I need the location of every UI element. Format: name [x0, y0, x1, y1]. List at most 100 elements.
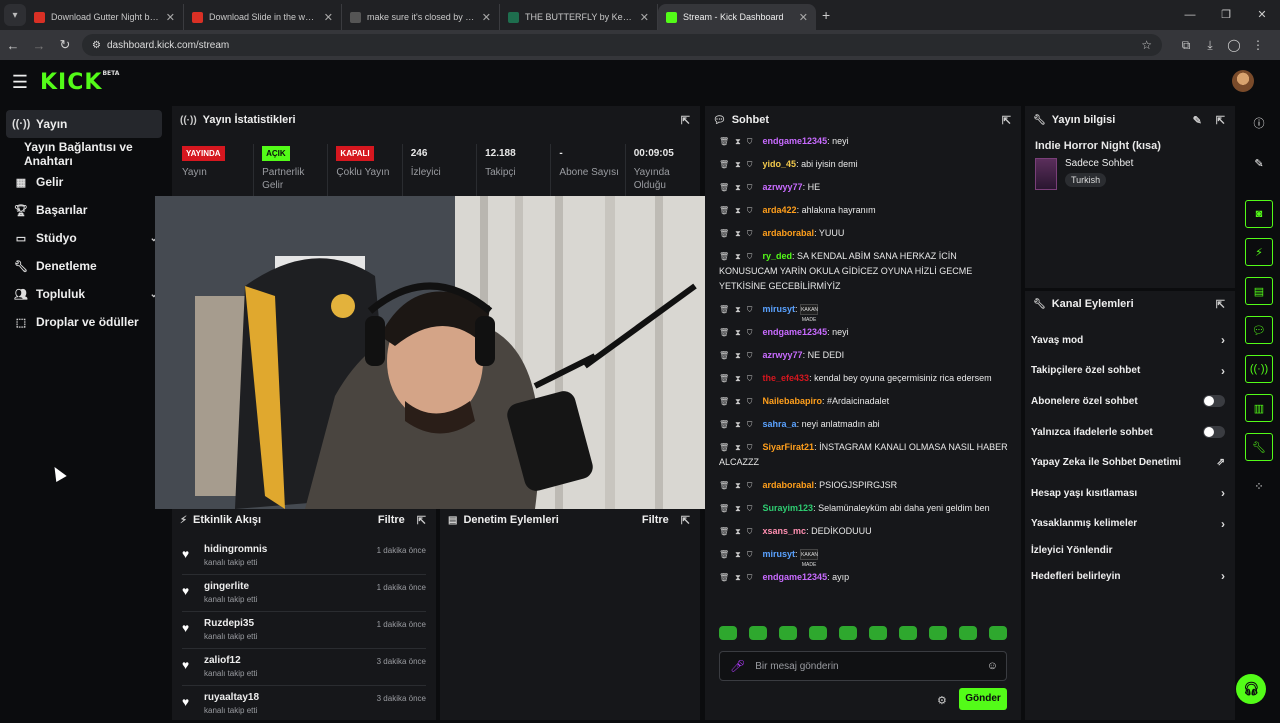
category-thumbnail[interactable]	[1035, 158, 1057, 190]
mod-tools-icon[interactable]: 🗑︎⧗⛉	[719, 183, 759, 192]
chat-username[interactable]: ardaborabal	[763, 480, 815, 490]
tab-search-icon[interactable]: ▾	[4, 4, 26, 26]
browser-tab[interactable]: Download Gutter Night by Wa ✕	[26, 4, 184, 30]
popout-icon[interactable]: ⇱	[1216, 298, 1225, 311]
chat-message-input[interactable]: 🎤︎ Bir mesaj gönderin ☺	[719, 651, 1007, 681]
mod-tools-icon[interactable]: 🗑︎⧗⛉	[719, 374, 759, 383]
user-avatar[interactable]	[1232, 70, 1254, 92]
chat-username[interactable]: endgame12345	[763, 327, 828, 337]
lightning-icon[interactable]: ⚡︎	[1245, 238, 1273, 266]
emotes-only-toggle[interactable]	[1203, 426, 1225, 439]
chat-username[interactable]: azrwyy77	[763, 350, 803, 360]
emote-icon[interactable]	[959, 626, 977, 640]
chat-username[interactable]: Nailebabapiro	[763, 396, 823, 406]
mod-tools-icon[interactable]: 🗑︎⧗⛉	[719, 550, 759, 559]
raid-item[interactable]: İzleyici Yönlendir	[1025, 539, 1235, 561]
followers-only-item[interactable]: Takipçilere özel sohbet ›	[1025, 356, 1235, 387]
layout-icon[interactable]: ▥	[1245, 394, 1273, 422]
chat-emote[interactable]: KAKAN MADE	[800, 549, 819, 568]
mod-tools-icon[interactable]: 🗑︎⧗⛉	[719, 137, 759, 146]
sidebar-item-gelir[interactable]: ▦ Gelir	[0, 168, 168, 196]
send-button[interactable]: Gönder	[959, 688, 1007, 710]
profile-icon[interactable]: ◯	[1222, 38, 1246, 53]
chat-username[interactable]: sahra_a	[763, 419, 797, 429]
close-window-icon[interactable]: ✕	[1244, 0, 1280, 30]
broadcast-icon[interactable]: ((·))	[1245, 355, 1273, 383]
emote-icon[interactable]	[929, 626, 947, 640]
chat-username[interactable]: ardaborabal	[763, 228, 815, 238]
reload-icon[interactable]: ↻	[52, 37, 78, 53]
browser-tab[interactable]: Download Slide in the woods b ✕	[184, 4, 342, 30]
emote-icon[interactable]	[869, 626, 887, 640]
filter-button[interactable]: Filtre	[642, 514, 669, 526]
close-tab-icon[interactable]: ✕	[324, 11, 333, 24]
edit-icon[interactable]: ✎	[1245, 149, 1273, 177]
download-icon[interactable]: ⤓	[1198, 38, 1222, 53]
goals-item[interactable]: Hedefleri belirleyin ›	[1025, 561, 1235, 592]
sidebar-item-stream-key[interactable]: Yayın Bağlantısı ve Anahtarı	[0, 140, 168, 168]
emoji-picker-icon[interactable]: ☺	[987, 660, 998, 672]
maximize-icon[interactable]: ❐	[1208, 0, 1244, 30]
mod-tools-icon[interactable]: 🗑︎⧗⛉	[719, 206, 759, 215]
banned-words-item[interactable]: Yasaklanmış kelimeler ›	[1025, 509, 1235, 540]
chat-username[interactable]: mirusyt	[763, 549, 796, 559]
emote-icon[interactable]	[809, 626, 827, 640]
chat-username[interactable]: azrwyy77	[763, 182, 803, 192]
popout-icon[interactable]: ⇱	[1216, 114, 1225, 127]
minimize-icon[interactable]: —	[1172, 0, 1208, 30]
hamburger-menu-icon[interactable]: ☰	[0, 72, 40, 93]
sidebar-item-studyo[interactable]: ▭ Stüdyo ⌄	[0, 224, 168, 252]
browser-tab-active[interactable]: Stream - Kick Dashboard ✕	[658, 4, 816, 30]
browser-tab[interactable]: THE BUTTERFLY by Kerineia ✕	[500, 4, 658, 30]
chat-username[interactable]: ry_ded	[763, 251, 793, 261]
close-tab-icon[interactable]: ✕	[482, 11, 491, 24]
event-user[interactable]: hidingromnis	[204, 544, 267, 555]
mod-tools-icon[interactable]: 🗑︎⧗⛉	[719, 328, 759, 337]
mod-tools-icon[interactable]: 🗑︎⧗⛉	[719, 420, 759, 429]
emote-icon[interactable]	[989, 626, 1007, 640]
clipboard-icon[interactable]: ▤	[1245, 277, 1273, 305]
chat-bubble-icon[interactable]: 💬︎	[1245, 316, 1273, 344]
chat-username[interactable]: SiyarFirat21	[763, 442, 815, 452]
edit-pencil-icon[interactable]: ✎	[1193, 114, 1202, 127]
event-user[interactable]: Ruzdepi35	[204, 618, 257, 629]
event-user[interactable]: ruyaaltay18	[204, 692, 259, 703]
mod-tools-icon[interactable]: 🗑︎⧗⛉	[719, 252, 759, 261]
popout-icon[interactable]: ⇱	[1002, 114, 1011, 127]
chat-username[interactable]: xsans_mc	[763, 526, 807, 536]
browser-tab[interactable]: make sure it's closed by corpse ✕	[342, 4, 500, 30]
chat-username[interactable]: mirusyt	[763, 304, 796, 314]
emote-icon[interactable]	[779, 626, 797, 640]
new-tab-icon[interactable]: +	[822, 7, 830, 23]
chat-username[interactable]: yido_45	[763, 159, 797, 169]
sidebar-item-topluluk[interactable]: 👥︎ Topluluk ⌄	[0, 280, 168, 308]
help-headset-icon[interactable]: 🎧︎	[1236, 674, 1266, 704]
close-tab-icon[interactable]: ✕	[640, 11, 649, 24]
popout-icon[interactable]: ⇱	[681, 114, 690, 127]
emote-icon[interactable]	[899, 626, 917, 640]
site-info-icon[interactable]: ⚙	[92, 40, 101, 51]
mod-tools-icon[interactable]: 🗑︎⧗⛉	[719, 443, 759, 452]
wrench-icon[interactable]: 🔧︎	[1245, 433, 1273, 461]
chat-username[interactable]: the_efe433	[763, 373, 810, 383]
stream-video-preview[interactable]	[155, 196, 709, 509]
close-tab-icon[interactable]: ✕	[166, 11, 175, 24]
microphone-icon[interactable]: 🎤︎	[730, 659, 745, 673]
event-user[interactable]: gingerlite	[204, 581, 257, 592]
popout-icon[interactable]: ⇱	[681, 514, 690, 527]
popout-icon[interactable]: ⇱	[417, 514, 426, 527]
back-icon[interactable]: ←	[0, 38, 26, 53]
filter-button[interactable]: Filtre	[378, 514, 405, 526]
emote-icon[interactable]	[719, 626, 737, 640]
stream-category[interactable]: Sadece Sohbet	[1065, 158, 1133, 169]
browser-menu-icon[interactable]: ⋮	[1246, 38, 1270, 53]
ai-moderation-item[interactable]: Yapay Zeka ile Sohbet Denetimi ⇗	[1025, 447, 1235, 478]
sidebar-item-denetleme[interactable]: 🔧︎ Denetleme	[0, 252, 168, 280]
extensions-icon[interactable]: ⧉	[1174, 38, 1198, 53]
chat-username[interactable]: Surayim123	[763, 503, 814, 513]
sidebar-item-yayin[interactable]: ((·)) Yayın	[6, 110, 162, 138]
slow-mode-item[interactable]: Yavaş mod ›	[1025, 325, 1235, 356]
forward-icon[interactable]: →	[26, 38, 52, 53]
mod-tools-icon[interactable]: 🗑︎⧗⛉	[719, 397, 759, 406]
kick-logo[interactable]: KICKBETA	[40, 70, 119, 95]
